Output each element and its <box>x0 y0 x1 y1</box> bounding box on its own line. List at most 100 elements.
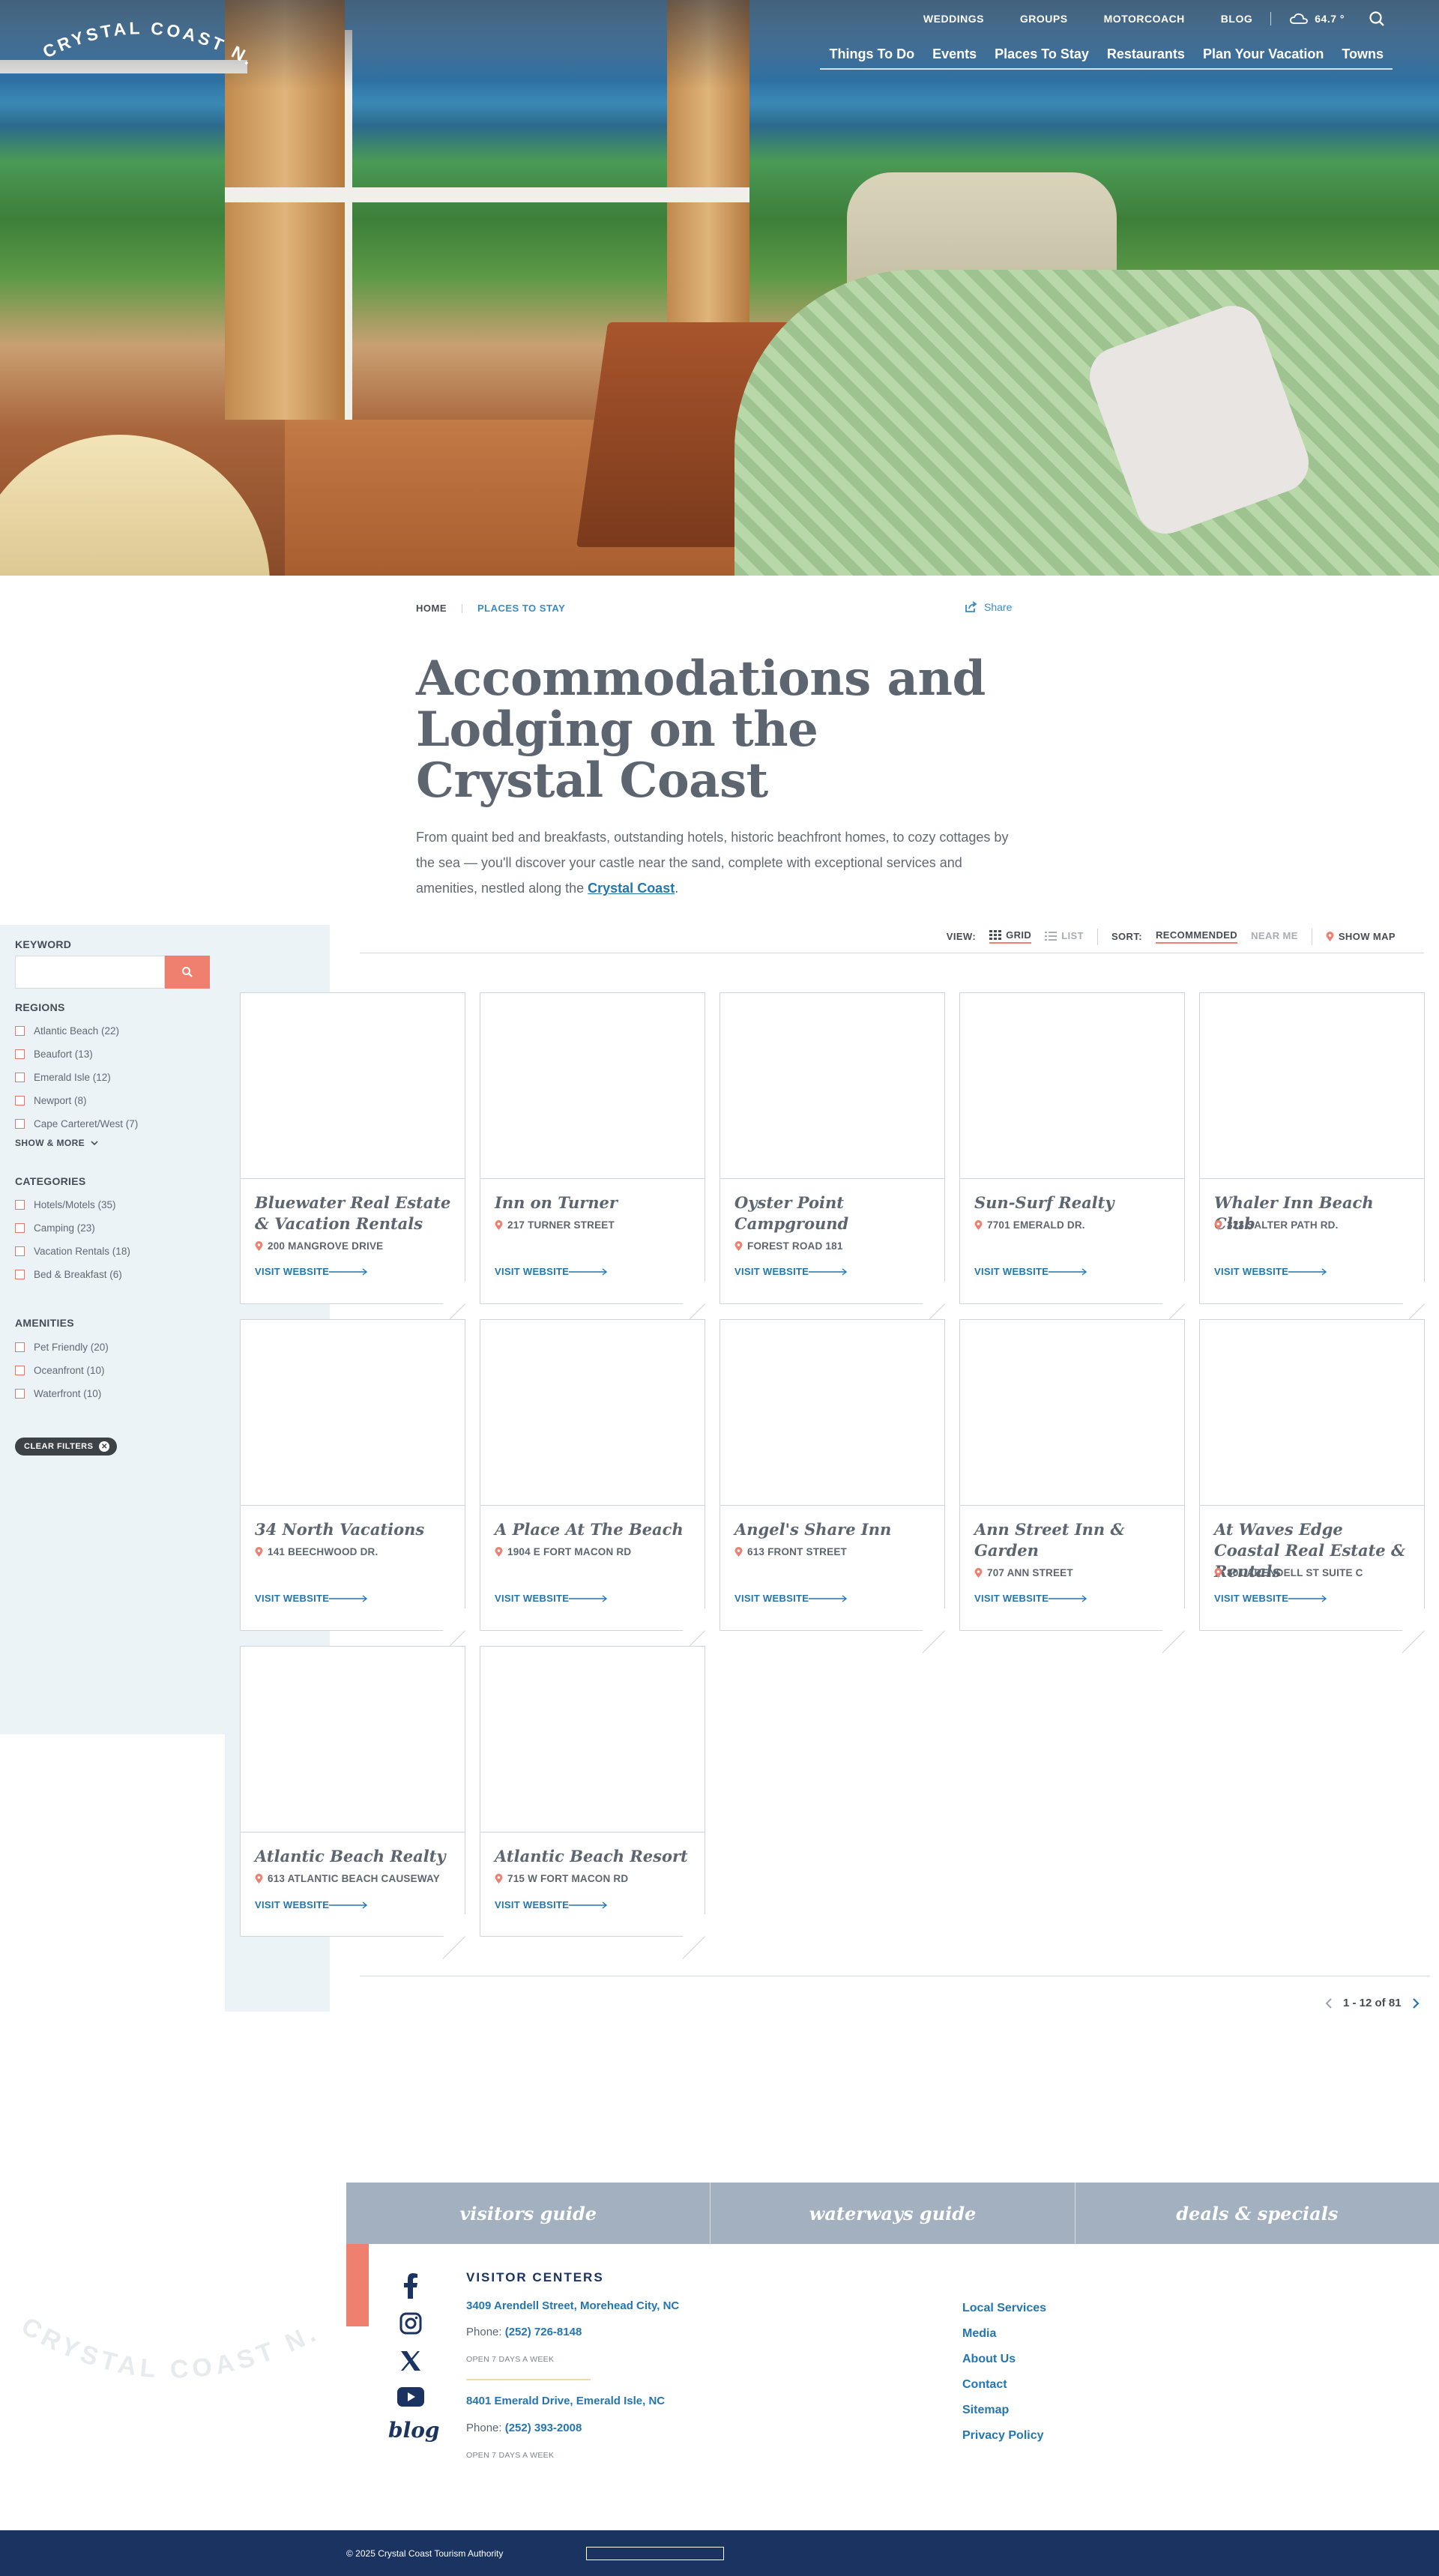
facebook-link[interactable] <box>390 2271 432 2301</box>
footer-logo[interactable]: CRYSTAL COAST N.C. <box>12 2301 327 2406</box>
view-grid-button[interactable]: GRID <box>989 929 1032 944</box>
footer-link-about-us[interactable]: About Us <box>962 2353 1046 2368</box>
listing-card[interactable]: At Waves Edge Coastal Real Estate & Rent… <box>1199 1319 1425 1653</box>
filter-amenity-pet-friendly[interactable]: Pet Friendly (20) <box>15 1342 109 1353</box>
checkbox[interactable] <box>15 1073 25 1082</box>
listing-image[interactable] <box>720 1320 944 1506</box>
checkbox[interactable] <box>15 1270 25 1279</box>
listing-card[interactable]: Atlantic Beach Resort 715 W FORT MACON RD… <box>480 1646 705 1959</box>
listing-name[interactable]: Bluewater Real Estate & Vacation Rentals <box>255 1192 451 1234</box>
checkbox[interactable] <box>15 1223 25 1233</box>
listing-card[interactable]: Ann Street Inn & Garden 707 ANN STREET VIS… <box>959 1319 1185 1653</box>
listing-image[interactable] <box>960 993 1184 1179</box>
keyword-search-button[interactable] <box>165 956 210 989</box>
checkbox[interactable] <box>15 1246 25 1256</box>
footer-link-contact[interactable]: Contact <box>962 2378 1046 2394</box>
listing-card[interactable]: Whaler Inn Beach Club 323 SALTER PATH RD.… <box>1199 992 1425 1327</box>
listing-image[interactable] <box>480 1647 705 1833</box>
listing-card[interactable]: 34 North Vacations 141 BEECHWOOD DR. VISIT… <box>240 1319 465 1653</box>
listing-image[interactable] <box>1200 993 1424 1179</box>
listing-name[interactable]: Ann Street Inn & Garden <box>974 1519 1171 1561</box>
visit-website-link[interactable]: VISIT WEBSITE <box>974 1593 1087 1604</box>
search-icon[interactable] <box>1369 10 1385 27</box>
listing-image[interactable] <box>960 1320 1184 1506</box>
listing-image[interactable] <box>720 993 944 1179</box>
checkbox[interactable] <box>15 1200 25 1210</box>
show-map-button[interactable]: SHOW MAP <box>1326 931 1396 942</box>
view-list-button[interactable]: LIST <box>1045 930 1084 943</box>
listing-name[interactable]: Sun-Surf Realty <box>974 1192 1171 1213</box>
visitor-center-address[interactable]: 3409 Arendell Street, Morehead City, NC <box>466 2299 679 2312</box>
filter-region-emerald-isle[interactable]: Emerald Isle (12) <box>15 1072 111 1083</box>
crystal-coast-link[interactable]: Crystal Coast <box>588 881 675 896</box>
visit-website-link[interactable]: VISIT WEBSITE <box>495 1266 608 1277</box>
visit-website-link[interactable]: VISIT WEBSITE <box>734 1593 848 1604</box>
waterways-guide-link[interactable]: waterways guide <box>710 2183 1074 2244</box>
listing-name[interactable]: Angel's Share Inn <box>734 1519 931 1540</box>
chevron-right-icon[interactable] <box>1412 1997 1420 2009</box>
footer-link-privacy-policy[interactable]: Privacy Policy <box>962 2429 1046 2445</box>
listing-image[interactable] <box>1200 1320 1424 1506</box>
breadcrumb-current[interactable]: PLACES TO STAY <box>477 603 565 614</box>
checkbox[interactable] <box>15 1096 25 1105</box>
listing-card[interactable]: A Place At The Beach 1904 E FORT MACON RD… <box>480 1319 705 1653</box>
listing-card[interactable]: Sun-Surf Realty 7701 EMERALD DR. VISIT WEB… <box>959 992 1185 1327</box>
chevron-left-icon[interactable] <box>1325 1997 1333 2009</box>
breadcrumb-home[interactable]: HOME <box>416 603 447 614</box>
filter-region-atlantic-beach[interactable]: Atlantic Beach (22) <box>15 1025 119 1037</box>
filter-amenity-waterfront[interactable]: Waterfront (10) <box>15 1388 101 1399</box>
listing-image[interactable] <box>241 1320 465 1506</box>
footer-link-sitemap[interactable]: Sitemap <box>962 2404 1046 2419</box>
listing-name[interactable]: Atlantic Beach Realty <box>255 1846 451 1867</box>
nav-blog[interactable]: BLOG <box>1203 13 1270 25</box>
footer-link-media[interactable]: Media <box>962 2327 1046 2343</box>
share-button[interactable]: Share <box>965 601 1012 613</box>
site-logo[interactable]: CRYSTAL COAST N.C. <box>39 13 256 73</box>
blog-link[interactable]: blog <box>388 2418 439 2443</box>
checkbox[interactable] <box>15 1119 25 1129</box>
nav-motorcoach[interactable]: MOTORCOACH <box>1086 13 1203 25</box>
visit-website-link[interactable]: VISIT WEBSITE <box>974 1266 1087 1277</box>
listing-card[interactable]: Atlantic Beach Realty 613 ATLANTIC BEACH … <box>240 1646 465 1959</box>
newsletter-input[interactable] <box>586 2547 724 2560</box>
visit-website-link[interactable]: VISIT WEBSITE <box>495 1899 608 1910</box>
visit-website-link[interactable]: VISIT WEBSITE <box>255 1593 368 1604</box>
phone-number[interactable]: (252) 726-8148 <box>505 2326 582 2338</box>
deals-specials-link[interactable]: deals & specials <box>1074 2183 1439 2244</box>
checkbox[interactable] <box>15 1342 25 1352</box>
keyword-input[interactable] <box>15 956 165 989</box>
checkbox[interactable] <box>15 1049 25 1059</box>
listing-image[interactable] <box>480 993 705 1179</box>
listing-card[interactable]: Inn on Turner 217 TURNER STREET VISIT WEBS… <box>480 992 705 1327</box>
nav-restaurants[interactable]: Restaurants <box>1097 46 1194 70</box>
filter-category-hotels[interactable]: Hotels/Motels (35) <box>15 1199 116 1210</box>
visit-website-link[interactable]: VISIT WEBSITE <box>1214 1593 1327 1604</box>
instagram-link[interactable] <box>390 2308 432 2338</box>
listing-card[interactable]: Bluewater Real Estate & Vacation Rentals… <box>240 992 465 1327</box>
listing-name[interactable]: 34 North Vacations <box>255 1519 451 1540</box>
visitors-guide-link[interactable]: visitors guide <box>346 2183 710 2244</box>
footer-link-local-services[interactable]: Local Services <box>962 2302 1046 2317</box>
checkbox[interactable] <box>15 1026 25 1036</box>
visit-website-link[interactable]: VISIT WEBSITE <box>1214 1266 1327 1277</box>
visit-website-link[interactable]: VISIT WEBSITE <box>255 1266 368 1277</box>
listing-image[interactable] <box>480 1320 705 1506</box>
checkbox[interactable] <box>15 1366 25 1375</box>
nav-things-to-do[interactable]: Things To Do <box>820 46 924 70</box>
listing-name[interactable]: Inn on Turner <box>495 1192 691 1213</box>
nav-groups[interactable]: GROUPS <box>1002 13 1086 25</box>
nav-towns[interactable]: Towns <box>1333 46 1393 70</box>
listing-card[interactable]: Angel's Share Inn 613 FRONT STREET VISIT W… <box>720 1319 945 1653</box>
listing-name[interactable]: Oyster Point Campground <box>734 1192 931 1234</box>
nav-plan-your-vacation[interactable]: Plan Your Vacation <box>1193 46 1333 70</box>
listing-name[interactable]: A Place At The Beach <box>495 1519 691 1540</box>
visit-website-link[interactable]: VISIT WEBSITE <box>495 1593 608 1604</box>
listing-name[interactable]: Atlantic Beach Resort <box>495 1846 691 1867</box>
checkbox[interactable] <box>15 1389 25 1399</box>
nav-weddings[interactable]: WEDDINGS <box>905 13 1002 25</box>
visit-website-link[interactable]: VISIT WEBSITE <box>734 1266 848 1277</box>
phone-number[interactable]: (252) 393-2008 <box>505 2422 582 2434</box>
filter-category-bed-breakfast[interactable]: Bed & Breakfast (6) <box>15 1269 122 1280</box>
x-twitter-link[interactable] <box>390 2346 432 2376</box>
visitor-center-address[interactable]: 8401 Emerald Drive, Emerald Isle, NC <box>466 2395 665 2407</box>
